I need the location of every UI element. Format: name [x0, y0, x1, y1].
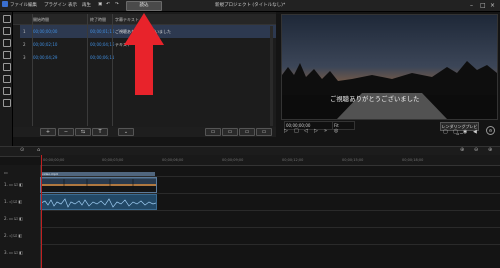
track-number: 2. — [4, 233, 8, 238]
sync-subtitle-button[interactable]: ▭ — [239, 128, 255, 136]
preview-frame — [282, 15, 497, 119]
next-frame-icon[interactable]: ▷ — [314, 129, 319, 134]
ruler-tick: 00;00;03;00 — [102, 158, 124, 162]
row-start[interactable]: 00;00;00;00 — [33, 29, 57, 34]
menu-file[interactable]: ファイル — [10, 2, 28, 8]
import-subtitle-button[interactable]: ▭ — [205, 128, 221, 136]
text-format-button[interactable]: T — [92, 128, 108, 136]
row-start[interactable]: 00;00;04;29 — [33, 55, 57, 60]
video-clip[interactable] — [40, 177, 157, 193]
remove-subtitle-button[interactable]: − — [58, 128, 74, 136]
zoom-out-icon[interactable]: ⊖ — [474, 147, 478, 153]
ruler-tick: 00;00;12;00 — [282, 158, 304, 162]
prev-frame-icon[interactable]: ◁ — [304, 129, 309, 134]
track-divider — [40, 210, 500, 211]
minimize-icon[interactable]: – — [470, 2, 473, 9]
menu-edit[interactable]: 編集 — [28, 2, 37, 8]
track-control[interactable]: ▭ — [4, 170, 8, 175]
row-index: 1 — [23, 29, 26, 34]
particle-room-icon[interactable] — [3, 51, 11, 59]
audio-mixing-icon[interactable] — [3, 87, 11, 95]
menu-playback[interactable]: 再生 — [82, 2, 91, 8]
add-subtitle-button[interactable]: + — [40, 128, 56, 136]
undo-icon[interactable]: ↶ — [106, 2, 110, 7]
column-divider — [112, 14, 113, 126]
row-end[interactable]: 00;00;04;16 — [90, 42, 114, 47]
track-control[interactable]: 2. ◁ ☑ ◧ — [4, 233, 22, 238]
track-control[interactable]: 1. ▭ ☑ ◧ — [4, 182, 23, 187]
display-icon[interactable]: ▢ — [453, 130, 458, 135]
stop-icon[interactable]: □ — [294, 129, 299, 134]
subtitle-scrollbar[interactable] — [270, 26, 273, 126]
track-divider — [40, 244, 500, 245]
fx-room-icon[interactable] — [3, 27, 11, 35]
pip-room-icon[interactable] — [3, 39, 11, 47]
track-divider — [40, 227, 500, 228]
zoom-in-icon[interactable]: ⊕ — [488, 147, 492, 153]
column-divider — [87, 14, 88, 126]
snapshot-icon[interactable]: ◎ — [334, 129, 339, 134]
window-controls: – □ × — [468, 0, 500, 11]
track-number: 1. — [4, 182, 8, 187]
save-icon[interactable]: ▣ — [98, 2, 102, 7]
subtitle-settings-button[interactable]: ▭ — [256, 128, 272, 136]
title-room-icon[interactable] — [3, 63, 11, 71]
playhead[interactable] — [41, 155, 42, 268]
preview-subtitle-caption: ご視聴ありがとうございました — [330, 96, 420, 103]
play-icon[interactable]: ▷ — [284, 129, 289, 134]
media-room-icon[interactable] — [3, 15, 11, 23]
track-number: 3. — [4, 250, 8, 255]
fit-timeline-icon[interactable]: ⊕ — [460, 147, 464, 153]
ruler-tick: 00;00;09;00 — [222, 158, 244, 162]
row-end[interactable]: 00;00;06;11 — [90, 55, 114, 60]
volume-icon[interactable]: ◀ — [473, 130, 478, 135]
menu-view[interactable]: 表示 — [68, 2, 77, 8]
row-start[interactable]: 00;00;02;10 — [33, 42, 57, 47]
app-logo-icon — [2, 1, 8, 7]
import-button[interactable]: 読込 — [126, 1, 162, 11]
preview-window — [281, 14, 498, 120]
snapshot-camera-icon[interactable]: ◉ — [463, 130, 468, 135]
menu-plugins[interactable]: プラグイン — [44, 2, 67, 8]
export-subtitle-button[interactable]: ▭ — [222, 128, 238, 136]
close-icon[interactable]: × — [490, 2, 495, 9]
row-index: 3 — [23, 55, 26, 60]
merge-subtitle-button[interactable]: ⇆ — [75, 128, 91, 136]
clip-title: video.mp4 — [42, 172, 155, 176]
audio-clip[interactable] — [40, 194, 157, 210]
timeline-view-icon[interactable]: ⊙ — [20, 147, 24, 153]
ruler-tick: 00;00;15;00 — [342, 158, 364, 162]
voice-over-icon[interactable] — [3, 99, 11, 107]
audio-waveform — [41, 198, 156, 208]
window-title: 新規プロジェクト (タイトルなし)* — [215, 3, 286, 8]
redo-icon[interactable]: ↷ — [115, 2, 119, 7]
ruler-tick: 00;00;18;00 — [402, 158, 424, 162]
track-number: 2. — [4, 216, 8, 221]
clip-thumbnails — [41, 179, 156, 192]
ruler-tick: 00;00;06;00 — [162, 158, 184, 162]
more-options-button[interactable]: ⌄ — [118, 128, 134, 136]
header-start: 開始時間 — [33, 17, 49, 22]
fast-forward-icon[interactable]: » — [324, 129, 329, 134]
ruler-tick: 00;00;00;00 — [43, 158, 65, 162]
track-control[interactable]: 3. ▭ ☑ ◧ — [4, 250, 23, 255]
chapter-icon[interactable]: ⌂ — [37, 147, 40, 153]
settings-icon[interactable]: ⚙ — [486, 126, 495, 135]
track-control[interactable]: 1. ◁ ☑ ◧ — [4, 199, 22, 204]
column-divider — [32, 14, 33, 126]
transition-room-icon[interactable] — [3, 75, 11, 83]
row-end[interactable]: 00;00;01;10 — [90, 29, 114, 34]
row-index: 2 — [23, 42, 26, 47]
track-number: 1. — [4, 199, 8, 204]
red-arrow-annotation — [124, 13, 164, 95]
maximize-icon[interactable]: □ — [480, 2, 486, 9]
track-control[interactable]: 2. ▭ ☑ ◧ — [4, 216, 23, 221]
header-end: 終了時間 — [90, 17, 106, 22]
fullscreen-icon[interactable]: ▢ — [443, 130, 448, 135]
